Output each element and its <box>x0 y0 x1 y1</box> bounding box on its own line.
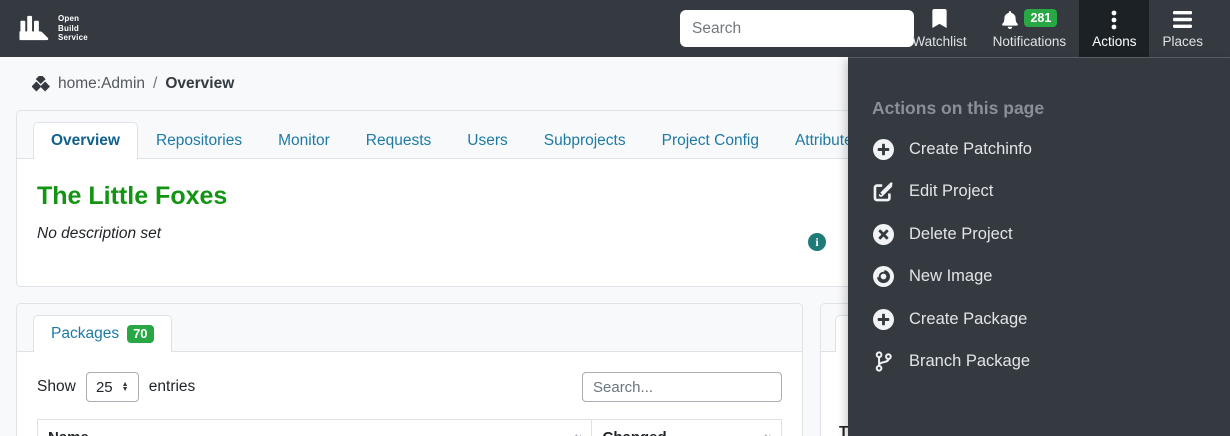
side-card-header-fragment: T <box>839 423 849 436</box>
page-size-select[interactable]: 25 ▲ ▼ <box>85 372 139 402</box>
page-size-value: 25 <box>95 378 113 396</box>
menu-item-branch-package[interactable]: Branch Package <box>848 341 1230 384</box>
table-length-controls: Show 25 ▲ ▼ entries <box>37 372 782 402</box>
tab-users[interactable]: Users <box>449 122 525 159</box>
sort-icon[interactable]: ↑↓ <box>763 429 773 436</box>
actions-dropdown-header: Actions on this page <box>872 98 1045 118</box>
packages-tab-label: Packages <box>51 325 120 342</box>
tab-subprojects[interactable]: Subprojects <box>526 122 644 159</box>
packages-count-badge: 70 <box>127 325 154 343</box>
bell-icon <box>1002 10 1019 29</box>
watchlist-label: Watchlist <box>912 33 967 49</box>
menu-item-new-image[interactable]: New Image <box>848 256 1230 299</box>
info-icon[interactable]: i <box>808 233 826 251</box>
breadcrumb-separator: / <box>153 75 158 92</box>
tab-overview[interactable]: Overview <box>33 122 138 159</box>
actions-button[interactable]: Actions <box>1079 0 1150 57</box>
watchlist-button[interactable]: Watchlist <box>899 0 979 57</box>
obs-factory-icon <box>19 15 49 41</box>
navbar-items: Watchlist 281 Notifications Actions Plac… <box>899 0 1216 57</box>
plus-circle-icon <box>872 138 894 160</box>
entries-label: entries <box>148 378 196 395</box>
tab-requests[interactable]: Requests <box>348 122 449 159</box>
notifications-button[interactable]: 281 Notifications <box>980 0 1080 57</box>
menu-item-create-package[interactable]: Create Package <box>848 298 1230 341</box>
packages-search-input[interactable] <box>582 372 782 402</box>
packages-table-header: Name ↑↓ Changed ↑↓ <box>37 419 782 436</box>
breadcrumb: home:Admin / Overview <box>32 75 234 93</box>
plus-circle-icon <box>872 308 894 330</box>
packages-card: Packages 70 Show 25 ▲▼ entries Name ↑↓ C… <box>16 303 803 436</box>
top-navbar: Open Build Service Watchlist 281 Notific… <box>0 0 1230 57</box>
tab-packages[interactable]: Packages 70 <box>33 315 172 352</box>
bookmark-icon <box>932 8 947 28</box>
notifications-label: Notifications <box>992 33 1067 49</box>
code-branch-icon <box>872 351 894 373</box>
tab-repositories[interactable]: Repositories <box>138 122 260 159</box>
obs-logo[interactable]: Open Build Service <box>16 13 88 44</box>
places-button[interactable]: Places <box>1149 0 1216 57</box>
menu-item-create-patchinfo[interactable]: Create Patchinfo <box>848 128 1230 171</box>
obs-logo-text: Open Build Service <box>58 14 88 43</box>
column-header-name[interactable]: Name ↑↓ <box>37 419 593 436</box>
compact-disc-icon <box>872 266 894 288</box>
notifications-count-badge: 281 <box>1024 8 1058 27</box>
sort-icon[interactable]: ↑↓ <box>573 429 583 436</box>
times-circle-icon <box>872 223 894 245</box>
places-label: Places <box>1162 33 1203 49</box>
tab-monitor[interactable]: Monitor <box>260 122 348 159</box>
actions-label: Actions <box>1092 33 1137 49</box>
cubes-icon <box>32 75 50 91</box>
column-header-changed[interactable]: Changed ↑↓ <box>592 419 782 436</box>
breadcrumb-current: Overview <box>165 75 235 92</box>
menu-item-edit-project[interactable]: Edit Project <box>848 171 1230 214</box>
navbar-search-input[interactable] <box>680 10 914 47</box>
tab-project-config[interactable]: Project Config <box>644 122 777 159</box>
breadcrumb-project-link[interactable]: home:Admin <box>58 75 145 93</box>
bars-icon <box>1173 11 1193 28</box>
ellipsis-v-icon <box>1111 10 1117 29</box>
menu-item-delete-project[interactable]: Delete Project <box>848 213 1230 256</box>
edit-icon <box>872 181 894 203</box>
actions-dropdown: Actions on this page Create Patchinfo Ed… <box>848 57 1230 436</box>
select-arrows-icon: ▲ ▼ <box>121 380 129 393</box>
show-label: Show <box>37 378 76 395</box>
packages-card-header: Packages 70 <box>17 304 802 352</box>
